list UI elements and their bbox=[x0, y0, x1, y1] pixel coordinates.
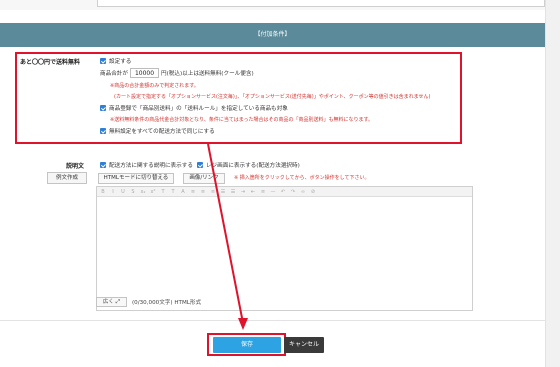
undo-icon[interactable]: ↶ bbox=[280, 189, 286, 195]
description-editor[interactable]: B I U Sx₂ x² T T A ≡ ≡ ≡ ☰ ☰ ⇥ ⇤ ≡ — ↶ ↷ ∞ ⊘ bbox=[96, 186, 473, 311]
image-link-button[interactable]: 画像/リンク bbox=[183, 173, 225, 184]
page-scrollbar[interactable] bbox=[545, 0, 560, 367]
outdent-icon[interactable]: ⇤ bbox=[250, 189, 256, 195]
same-setting-checkbox[interactable] bbox=[100, 128, 106, 134]
underline-icon[interactable]: U bbox=[120, 189, 126, 195]
show-desc-checkbox[interactable] bbox=[100, 162, 106, 168]
note-exclusions: (カート設定で指定する「オプションサービス(注文毎)」、「オプションサービス(送… bbox=[114, 94, 431, 100]
list-ul-icon[interactable]: ☰ bbox=[220, 189, 226, 195]
product-rule-label: 商品登録で「商品別送料」の「送料ルール」を指定している商品も対象 bbox=[109, 106, 288, 112]
product-rule-checkbox[interactable] bbox=[100, 105, 106, 111]
setting-checkbox-row[interactable]: 設定する bbox=[100, 57, 131, 65]
expand-icon: ⤢ bbox=[115, 299, 121, 305]
bold-icon[interactable]: B bbox=[100, 189, 106, 195]
align-center-icon[interactable]: ≡ bbox=[200, 189, 206, 195]
hr-icon[interactable]: — bbox=[270, 189, 276, 195]
html-mode-button[interactable]: HTMLモードに切り替える bbox=[98, 173, 174, 184]
insert-note: ※ 挿入箇所をクリックしてから、ボタン操作をして下さい。 bbox=[234, 175, 370, 181]
setting-checkbox[interactable] bbox=[100, 58, 106, 64]
font-size-icon[interactable]: A bbox=[180, 189, 186, 195]
editor-footer: 広く ⤢ (0/30,000文字) HTML形式 bbox=[96, 297, 201, 307]
description-label: 説明文 bbox=[66, 163, 85, 170]
indent-icon[interactable]: ⇥ bbox=[240, 189, 246, 195]
bg-color-icon[interactable]: T bbox=[170, 189, 176, 195]
italic-icon[interactable]: I bbox=[110, 189, 116, 195]
previous-field[interactable] bbox=[97, 0, 545, 7]
show-desc-row[interactable]: 配送方法に関する説明に表示する レジ画面に表示する(配送方法選択時) bbox=[100, 161, 300, 169]
show-register-checkbox[interactable] bbox=[196, 162, 203, 168]
link-icon[interactable]: ∞ bbox=[300, 189, 306, 195]
strike-icon[interactable]: S bbox=[130, 189, 136, 195]
total-prefix: 商品合計が bbox=[100, 71, 128, 77]
setting-checkbox-label: 設定する bbox=[109, 59, 132, 65]
unlink-icon[interactable]: ⊘ bbox=[310, 189, 316, 195]
list-ol-icon[interactable]: ☰ bbox=[230, 189, 236, 195]
free-shipping-label: あと〇〇円で送料無料 bbox=[20, 59, 81, 66]
show-register-label: レジ画面に表示する(配送方法選択時) bbox=[205, 163, 300, 169]
widen-button[interactable]: 広く ⤢ bbox=[96, 297, 127, 307]
amount-row: 商品合計が 10000 円(税込)以上は送料無料(クール便含) bbox=[100, 68, 254, 78]
product-rule-row[interactable]: 商品登録で「商品別送料」の「送料ルール」を指定している商品も対象 bbox=[100, 104, 288, 112]
example-create-button[interactable]: 例文作成 bbox=[47, 172, 87, 184]
align-right-icon[interactable]: ≡ bbox=[210, 189, 216, 195]
justify-icon[interactable]: ≡ bbox=[260, 189, 266, 195]
amount-input[interactable]: 10000 bbox=[129, 68, 159, 78]
total-suffix: 円(税込)以上は送料無料(クール便含) bbox=[160, 71, 254, 77]
same-setting-row[interactable]: 無料設定をすべての配送方法で同じにする bbox=[100, 127, 215, 135]
editor-textarea[interactable] bbox=[97, 197, 472, 310]
redo-icon[interactable]: ↷ bbox=[290, 189, 296, 195]
superscript-icon[interactable]: x² bbox=[150, 189, 156, 195]
note-product-shipping: ※送料無料条件の商品代金合計対象となり、条件に当てはまった場合はその商品の「商品… bbox=[110, 117, 374, 123]
divider bbox=[0, 320, 545, 321]
char-count: (0/30,000文字) HTML形式 bbox=[132, 300, 202, 306]
note-total-only: ※商品の合計金額のみで判定されます。 bbox=[110, 83, 199, 89]
show-desc-label: 配送方法に関する説明に表示する bbox=[109, 163, 193, 169]
subscript-icon[interactable]: x₂ bbox=[140, 189, 146, 195]
cancel-button[interactable]: キャンセル bbox=[284, 337, 324, 353]
same-setting-label: 無料設定をすべての配送方法で同じにする bbox=[109, 129, 215, 135]
top-input-area bbox=[0, 0, 545, 10]
align-left-icon[interactable]: ≡ bbox=[190, 189, 196, 195]
editor-toolbar: B I U Sx₂ x² T T A ≡ ≡ ≡ ☰ ☰ ⇥ ⇤ ≡ — ↶ ↷ ∞ ⊘ bbox=[97, 187, 472, 197]
section-header: 【付加条件】 bbox=[0, 23, 545, 47]
text-color-icon[interactable]: T bbox=[160, 189, 166, 195]
save-button[interactable]: 保存 bbox=[213, 337, 281, 353]
